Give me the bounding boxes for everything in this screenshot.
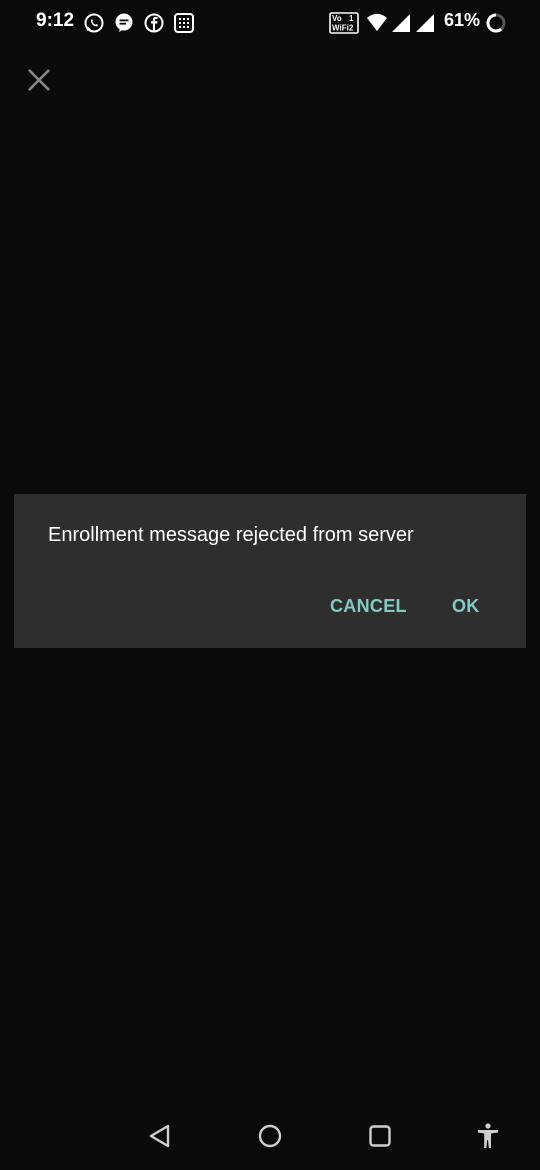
close-icon[interactable]: [22, 63, 56, 97]
status-time: 9:12: [36, 10, 75, 31]
home-icon[interactable]: [256, 1122, 284, 1150]
grid-app-icon: [174, 13, 194, 33]
battery-percent: 61%: [444, 10, 481, 30]
messages-icon: [115, 13, 133, 32]
status-bar: 9:12 Vo 1 WiFi2 61%: [0, 0, 540, 46]
signal-icon: [392, 14, 410, 32]
whatsapp-icon: [84, 13, 104, 33]
dialog-message: Enrollment message rejected from server: [48, 524, 414, 546]
battery-ring-icon: [486, 13, 506, 33]
svg-text:1: 1: [349, 14, 354, 23]
facebook-icon: [144, 13, 164, 33]
svg-text:WiFi2: WiFi2: [332, 24, 354, 33]
recents-icon[interactable]: [366, 1122, 394, 1150]
cancel-button[interactable]: CANCEL: [330, 596, 407, 617]
signal-icon-2: [416, 14, 434, 32]
alert-dialog: Enrollment message rejected from server …: [14, 494, 526, 648]
accessibility-icon[interactable]: [474, 1122, 502, 1150]
volte-wifi-icon: Vo 1 WiFi2: [329, 12, 359, 34]
ok-button[interactable]: OK: [452, 596, 480, 617]
svg-text:Vo: Vo: [332, 14, 342, 23]
wifi-icon: [367, 13, 387, 31]
back-icon[interactable]: [146, 1122, 174, 1150]
